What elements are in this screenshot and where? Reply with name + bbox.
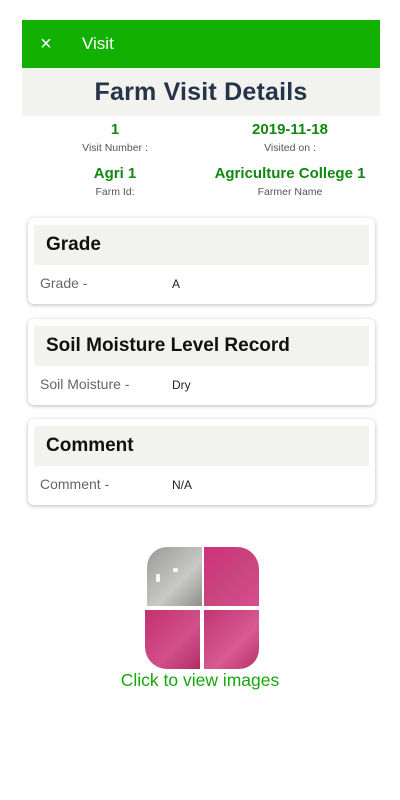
visited-on-field: 2019-11-18 Visited on : <box>200 120 380 154</box>
image-tile-2 <box>204 547 259 606</box>
farmer-name-label: Farmer Name <box>257 186 323 198</box>
close-icon: × <box>40 33 52 55</box>
comment-card-title: Comment <box>46 435 134 456</box>
grade-card-title: Grade <box>46 234 101 255</box>
visited-on-label: Visited on : <box>264 142 316 154</box>
images-thumbnail[interactable] <box>145 547 259 669</box>
page-header: Farm Visit Details <box>22 68 380 116</box>
app-bar-title: Visit <box>82 34 114 53</box>
grade-card: Grade Grade - A <box>28 218 375 304</box>
soil-moisture-value: Dry <box>172 378 191 392</box>
visit-number-value: 1 <box>110 121 120 138</box>
comment-value: N/A <box>172 478 193 492</box>
grade-card-header: Grade <box>34 225 369 265</box>
soil-moisture-card-title: Soil Moisture Level Record <box>46 335 290 356</box>
page-title: Farm Visit Details <box>94 77 308 106</box>
view-images-link[interactable]: Click to view images <box>0 670 400 691</box>
grade-label: Grade - <box>40 275 88 291</box>
comment-label: Comment - <box>40 476 110 492</box>
comment-card-header: Comment <box>34 426 369 466</box>
farmer-name-field: Agriculture College 1 Farmer Name <box>200 164 380 198</box>
close-button[interactable]: × <box>22 20 70 68</box>
farmer-name-value: Agriculture College 1 <box>214 165 366 182</box>
app-bar: × Visit <box>22 20 380 68</box>
image-tile-4 <box>204 610 259 669</box>
grade-value: A <box>172 277 181 291</box>
farm-id-field: Agri 1 Farm Id: <box>25 164 205 198</box>
image-tile-1 <box>147 547 202 606</box>
farm-id-label: Farm Id: <box>95 186 135 198</box>
soil-moisture-card: Soil Moisture Level Record Soil Moisture… <box>28 319 375 405</box>
soil-moisture-label: Soil Moisture - <box>40 376 130 392</box>
image-tile-3 <box>145 610 200 669</box>
visit-number-field: 1 Visit Number : <box>25 120 205 154</box>
comment-card: Comment Comment - N/A <box>28 419 375 505</box>
visit-screen: × Visit Farm Visit Details 1 Visit Numbe… <box>0 0 400 800</box>
farm-id-value: Agri 1 <box>93 165 137 182</box>
visited-on-value: 2019-11-18 <box>252 121 328 138</box>
visit-number-label: Visit Number : <box>82 142 148 154</box>
soil-moisture-card-header: Soil Moisture Level Record <box>34 326 369 366</box>
